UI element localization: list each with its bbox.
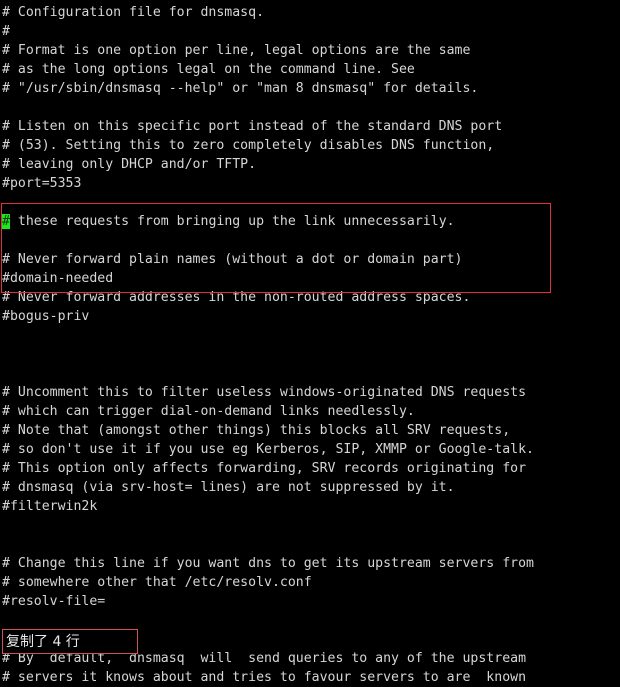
code-line[interactable]: # Never forward addresses in the non-rou… — [2, 288, 618, 307]
code-line[interactable]: # Uncomment this to filter useless windo… — [2, 383, 618, 402]
code-line[interactable]: #port=5353 — [2, 174, 618, 193]
code-line[interactable]: # Change this line if you want dns to ge… — [2, 554, 618, 573]
code-line[interactable]: # Listen on this specific port instead o… — [2, 117, 618, 136]
code-line[interactable] — [2, 231, 618, 250]
status-message-text: 复制了 4 行 — [6, 633, 80, 650]
code-line[interactable]: # dnsmasq (via srv-host= lines) are not … — [2, 478, 618, 497]
terminal-window[interactable]: # Configuration file for dnsmasq. # # Form… — [0, 0, 620, 685]
code-line[interactable]: # "/usr/sbin/dnsmasq --help" or "man 8 d… — [2, 79, 618, 98]
text-cursor: # — [2, 214, 10, 229]
status-message-box: 复制了 4 行 — [2, 629, 138, 654]
code-line[interactable] — [2, 364, 618, 383]
code-line[interactable]: #resolv-file= — [2, 592, 618, 611]
code-line[interactable] — [2, 535, 618, 554]
code-line[interactable]: # leaving only DHCP and/or TFTP. — [2, 155, 618, 174]
code-line[interactable] — [2, 345, 618, 364]
code-line[interactable]: # — [2, 22, 618, 41]
code-line[interactable]: # servers it knows about and tries to fa… — [2, 668, 618, 687]
code-line[interactable]: # Format is one option per line, legal o… — [2, 41, 618, 60]
code-line[interactable]: # Note that (amongst other things) this … — [2, 421, 618, 440]
code-line[interactable]: #filterwin2k — [2, 497, 618, 516]
code-line-text: these requests from bringing up the link… — [9, 214, 455, 229]
code-line[interactable]: # Never forward plain names (without a d… — [2, 250, 618, 269]
code-line[interactable] — [2, 193, 618, 212]
code-line[interactable]: # Configuration file for dnsmasq. — [2, 3, 618, 22]
code-line[interactable]: # which can trigger dial-on-demand links… — [2, 402, 618, 421]
code-line[interactable]: # so don't use it if you use eg Kerberos… — [2, 440, 618, 459]
code-line[interactable] — [2, 611, 618, 630]
code-line[interactable]: # This option only affects forwarding, S… — [2, 459, 618, 478]
code-line[interactable] — [2, 516, 618, 535]
code-line[interactable]: # these requests from bringing up the li… — [2, 212, 618, 231]
config-file-content[interactable]: # Configuration file for dnsmasq. # # Form… — [2, 3, 618, 687]
code-line[interactable]: # somewhere other that /etc/resolv.conf — [2, 573, 618, 592]
code-line[interactable]: # as the long options legal on the comma… — [2, 60, 618, 79]
code-line[interactable]: # (53). Setting this to zero completely … — [2, 136, 618, 155]
code-line[interactable] — [2, 98, 618, 117]
code-line[interactable]: #domain-needed — [2, 269, 618, 288]
code-line[interactable]: #bogus-priv — [2, 307, 618, 326]
code-line[interactable] — [2, 326, 618, 345]
